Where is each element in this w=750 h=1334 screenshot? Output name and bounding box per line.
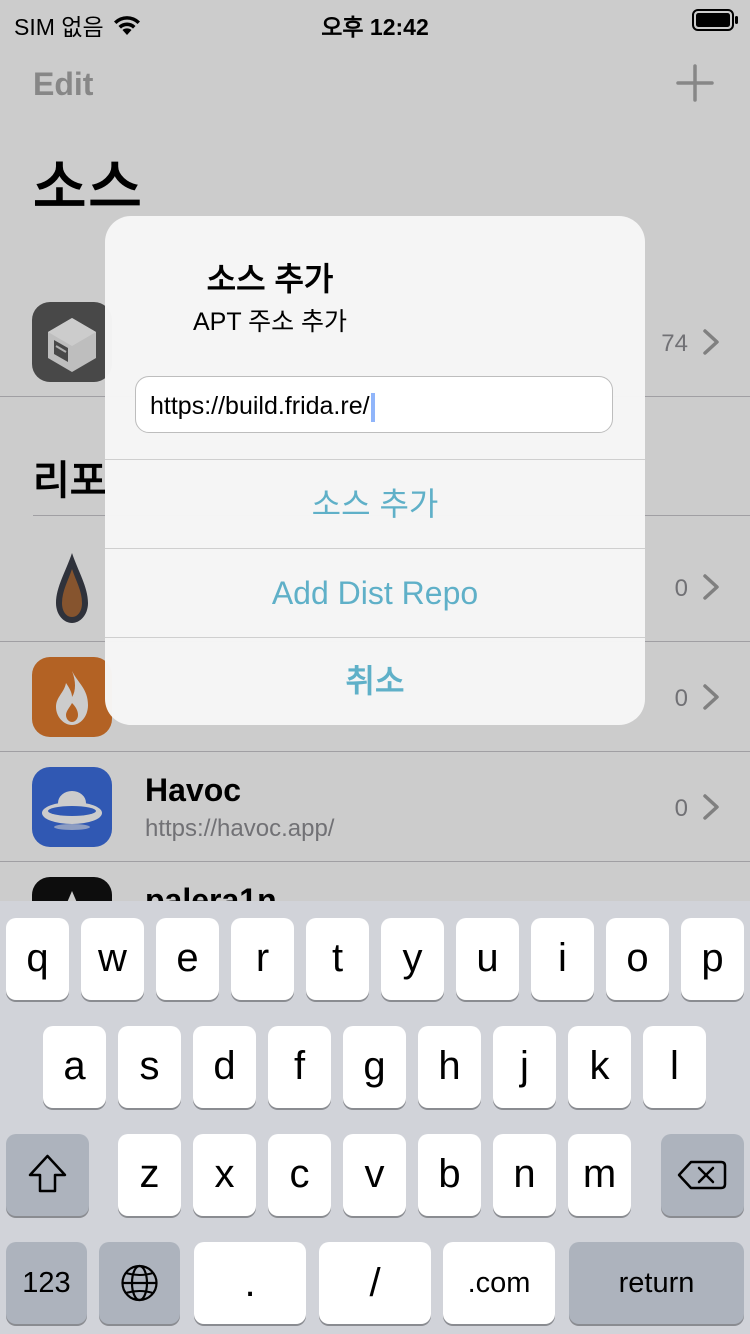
- key-h[interactable]: h: [418, 1026, 481, 1108]
- key-f[interactable]: f: [268, 1026, 331, 1108]
- key-k[interactable]: k: [568, 1026, 631, 1108]
- key-n[interactable]: n: [493, 1134, 556, 1216]
- key-a[interactable]: a: [43, 1026, 106, 1108]
- return-key[interactable]: return: [569, 1242, 744, 1324]
- shift-icon: [28, 1154, 67, 1193]
- cancel-button[interactable]: 취소: [105, 637, 645, 725]
- key-j[interactable]: j: [493, 1026, 556, 1108]
- key-g[interactable]: g: [343, 1026, 406, 1108]
- key-u[interactable]: u: [456, 918, 519, 1000]
- repo-url-input[interactable]: https://build.frida.re/: [135, 376, 613, 433]
- alert-title: 소스 추가: [206, 261, 334, 297]
- text-cursor: [370, 392, 375, 422]
- key-w[interactable]: w: [81, 918, 144, 1000]
- key-y[interactable]: y: [381, 918, 444, 1000]
- key-b[interactable]: b: [418, 1134, 481, 1216]
- key-c[interactable]: c: [268, 1134, 331, 1216]
- key-m[interactable]: m: [568, 1134, 631, 1216]
- period-key[interactable]: .: [194, 1242, 306, 1324]
- dotcom-key[interactable]: .com: [443, 1242, 555, 1324]
- key-s[interactable]: s: [118, 1026, 181, 1108]
- globe-icon: [121, 1264, 158, 1302]
- key-d[interactable]: d: [193, 1026, 256, 1108]
- repo-url-value: https://build.frida.re/: [150, 392, 370, 420]
- add-source-button[interactable]: 소스 추가: [105, 460, 645, 548]
- key-l[interactable]: l: [643, 1026, 706, 1108]
- alert-message: APT 주소 추가: [192, 308, 348, 336]
- delete-key[interactable]: [661, 1134, 744, 1216]
- backspace-icon: [677, 1160, 727, 1190]
- key-x[interactable]: x: [193, 1134, 256, 1216]
- key-o[interactable]: o: [606, 918, 669, 1000]
- key-r[interactable]: r: [231, 918, 294, 1000]
- keyboard: q w e r t y u i o p a s d f g h j k l z …: [0, 901, 750, 1334]
- shift-key[interactable]: [6, 1134, 89, 1216]
- add-dist-repo-button[interactable]: Add Dist Repo: [105, 549, 645, 637]
- numbers-key[interactable]: 123: [6, 1242, 87, 1324]
- key-v[interactable]: v: [343, 1134, 406, 1216]
- key-e[interactable]: e: [156, 918, 219, 1000]
- slash-key[interactable]: /: [319, 1242, 431, 1324]
- globe-key[interactable]: [99, 1242, 180, 1324]
- key-p[interactable]: p: [681, 918, 744, 1000]
- key-z[interactable]: z: [118, 1134, 181, 1216]
- key-q[interactable]: q: [6, 918, 69, 1000]
- key-i[interactable]: i: [531, 918, 594, 1000]
- key-t[interactable]: t: [306, 918, 369, 1000]
